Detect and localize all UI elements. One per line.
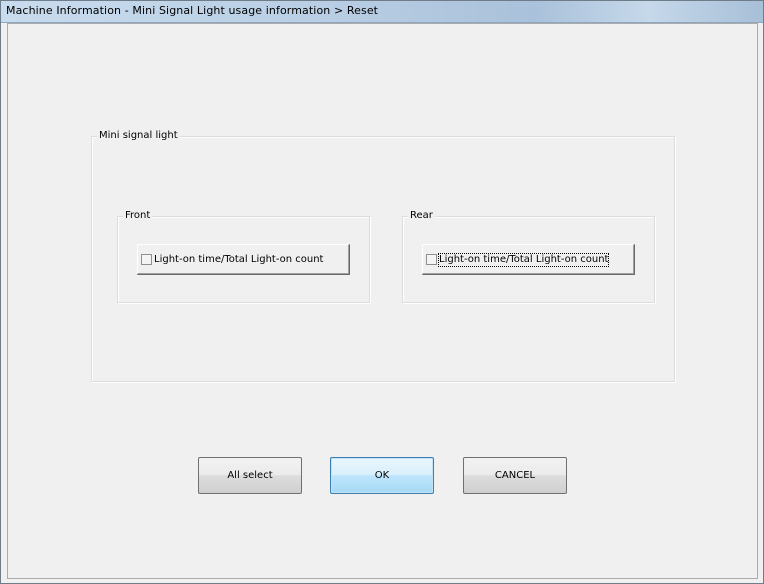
mini-signal-light-group: Mini signal light Front Light-on time/To… [91,130,675,382]
front-light-on-checkbox[interactable]: Light-on time/Total Light-on count [137,244,350,275]
cancel-button[interactable]: CANCEL [463,457,567,494]
ok-button[interactable]: OK [330,457,434,494]
mini-signal-light-group-label: Mini signal light [97,130,180,142]
rear-light-on-checkbox[interactable]: Light-on time/Total Light-on count [422,244,635,275]
dialog-body: Mini signal light Front Light-on time/To… [7,23,758,579]
front-group: Front Light-on time/Total Light-on count [117,210,370,303]
window-title: Machine Information - Mini Signal Light … [6,4,379,17]
rear-checkbox-label[interactable]: Light-on time/Total Light-on count [437,253,610,267]
front-checkbox-box[interactable] [141,254,152,265]
front-group-label: Front [123,210,153,222]
title-bar[interactable]: Machine Information - Mini Signal Light … [1,1,763,23]
dialog-window: Machine Information - Mini Signal Light … [0,0,764,584]
rear-checkbox-box[interactable] [426,254,437,265]
front-checkbox-label[interactable]: Light-on time/Total Light-on count [154,254,323,266]
rear-group-label: Rear [408,210,435,222]
all-select-button[interactable]: All select [198,457,302,494]
rear-group: Rear Light-on time/Total Light-on count [402,210,655,303]
